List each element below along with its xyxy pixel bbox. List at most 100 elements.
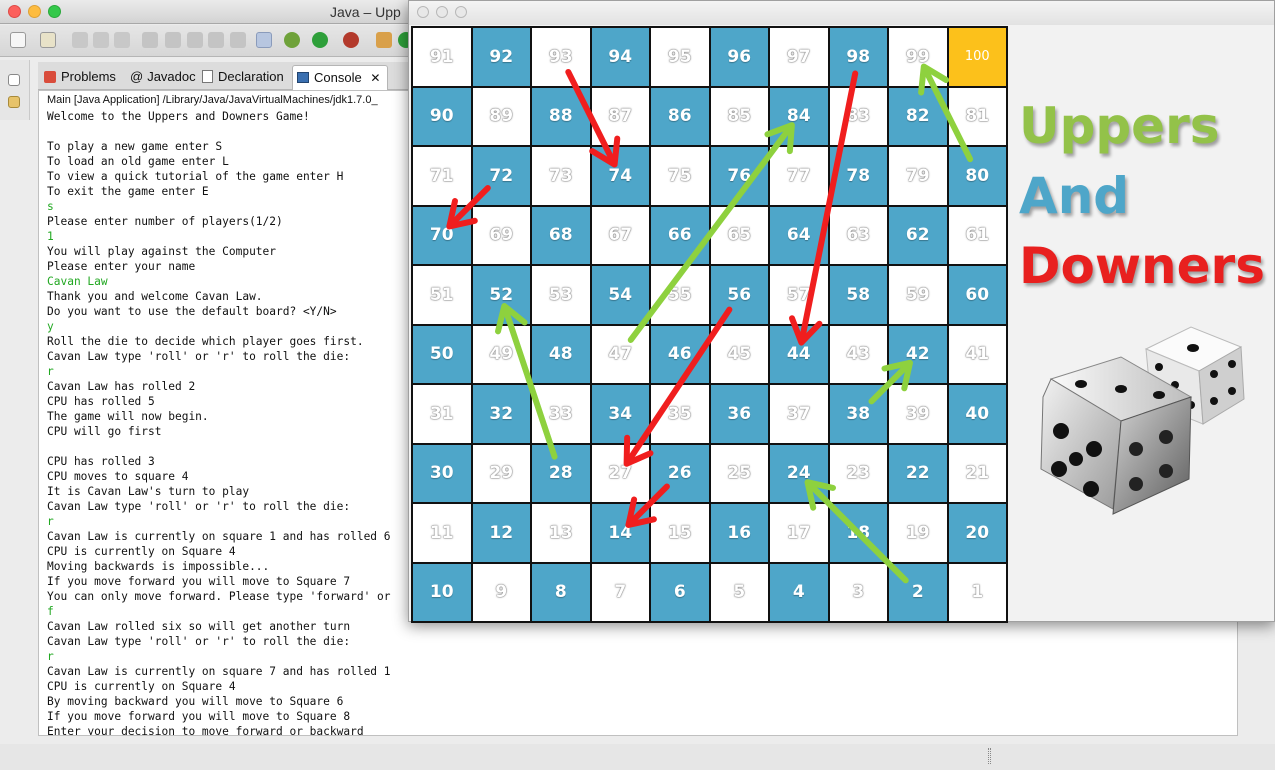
save-all-icon[interactable] <box>93 32 109 48</box>
board-square: 44 <box>770 325 828 383</box>
board-square: 89 <box>472 87 530 145</box>
console-line: Cavan Law type 'roll' or 'r' to roll the… <box>47 635 351 648</box>
board-square: 98 <box>829 28 887 86</box>
board-square: 51 <box>413 266 471 324</box>
board-square: 21 <box>948 444 1006 502</box>
board-square: 10 <box>413 563 471 621</box>
board-square: 9 <box>472 563 530 621</box>
board-square: 79 <box>889 147 947 205</box>
console-input-line: s <box>47 200 54 213</box>
console-line: Thank you and welcome Cavan Law. <box>47 290 263 303</box>
board-square: 30 <box>413 444 471 502</box>
new-java-project-icon[interactable] <box>376 32 392 48</box>
console-line: By moving backward you will move to Squa… <box>47 695 344 708</box>
console-line: CPU is currently on Square 4 <box>47 545 236 558</box>
tab-javadoc[interactable]: @ Javadoc <box>126 65 198 90</box>
console-input-line: r <box>47 365 54 378</box>
console-input-line: r <box>47 515 54 528</box>
board-square: 81 <box>948 87 1006 145</box>
board-square: 2 <box>889 563 947 621</box>
tab-problems[interactable]: Problems <box>40 65 124 90</box>
view-tabs: Problems @ Javadoc Declaration Console ✕ <box>38 62 418 90</box>
board-square: 46 <box>651 325 709 383</box>
new-package-icon[interactable] <box>40 32 56 48</box>
game-window-title-bar <box>409 1 1274 25</box>
console-line: If you move forward you will move to Squ… <box>47 710 351 723</box>
board-square: 88 <box>532 87 590 145</box>
run-external-tools-icon[interactable] <box>343 32 359 48</box>
board-square: 11 <box>413 504 471 562</box>
print-icon[interactable] <box>114 32 130 48</box>
dice-illustration <box>1040 326 1245 515</box>
board-square: 82 <box>889 87 947 145</box>
run-icon[interactable] <box>312 32 328 48</box>
game-zoom-button[interactable] <box>455 6 467 18</box>
game-logo: Uppers And Downers <box>1019 91 1269 301</box>
board-square: 59 <box>889 266 947 324</box>
board-square: 75 <box>651 147 709 205</box>
board-square: 35 <box>651 385 709 443</box>
board-square: 87 <box>591 87 649 145</box>
minimize-window-button[interactable] <box>28 5 41 18</box>
board-square: 16 <box>710 504 768 562</box>
board-square: 97 <box>770 28 828 86</box>
console-toggle-icon[interactable] <box>230 32 246 48</box>
board-square: 25 <box>710 444 768 502</box>
new-icon[interactable] <box>10 32 26 48</box>
logo-and: And <box>1019 167 1130 225</box>
game-minimize-button[interactable] <box>436 6 448 18</box>
step-over-icon[interactable] <box>187 32 203 48</box>
debug-icon[interactable] <box>284 32 300 48</box>
board-square: 27 <box>591 444 649 502</box>
console-line: Cavan Law has rolled 2 <box>47 380 196 393</box>
board-square: 37 <box>770 385 828 443</box>
console-input-line: Cavan Law <box>47 275 108 288</box>
tab-console[interactable]: Console ✕ <box>292 65 388 90</box>
board-square: 4 <box>770 563 828 621</box>
close-tab-icon[interactable]: ✕ <box>370 71 380 85</box>
console-line: Cavan Law rolled six so will get another… <box>47 620 351 633</box>
board-square: 8 <box>532 563 590 621</box>
board-square: 100 <box>948 28 1006 86</box>
board-square: 1 <box>948 563 1006 621</box>
tab-declaration[interactable]: Declaration <box>198 65 294 90</box>
board-square: 31 <box>413 385 471 443</box>
console-line: Cavan Law type 'roll' or 'r' to roll the… <box>47 500 351 513</box>
restore-view-icon[interactable] <box>8 74 20 86</box>
game-close-button[interactable] <box>417 6 429 18</box>
console-line: Welcome to the Uppers and Downers Game! <box>47 110 310 123</box>
board-square: 60 <box>948 266 1006 324</box>
toggle-breakpoint-icon[interactable] <box>142 32 158 48</box>
board-square: 56 <box>710 266 768 324</box>
debug-step-icon[interactable] <box>165 32 181 48</box>
console-input-line: r <box>47 650 54 663</box>
board-square: 7 <box>591 563 649 621</box>
tab-label: Console <box>314 70 362 85</box>
terminate-icon[interactable] <box>208 32 224 48</box>
logo-downers: Downers <box>1019 237 1265 295</box>
close-window-button[interactable] <box>8 5 21 18</box>
board-square: 69 <box>472 206 530 264</box>
board-square: 40 <box>948 385 1006 443</box>
zoom-window-button[interactable] <box>48 5 61 18</box>
skip-breakpoints-icon[interactable] <box>256 32 272 48</box>
board-square: 53 <box>532 266 590 324</box>
board-square: 64 <box>770 206 828 264</box>
console-line: CPU has rolled 5 <box>47 395 155 408</box>
save-icon[interactable] <box>72 32 88 48</box>
board-square: 67 <box>591 206 649 264</box>
console-line: To play a new game enter S <box>47 140 223 153</box>
board-square: 58 <box>829 266 887 324</box>
console-line: CPU will go first <box>47 425 162 438</box>
board-square: 48 <box>532 325 590 383</box>
console-line: You can only move forward. Please type '… <box>47 590 391 603</box>
console-input-line: 1 <box>47 230 54 243</box>
declaration-icon <box>202 70 213 83</box>
board-square: 57 <box>770 266 828 324</box>
board-square: 41 <box>948 325 1006 383</box>
game-board: 91 92 93 94 95 96 97 98 99 100 90 89 88 87 86 85 84 83 82 8… <box>411 26 1008 623</box>
hierarchy-view-icon[interactable] <box>8 96 20 108</box>
console-line: Roll the die to decide which player goes… <box>47 335 364 348</box>
console-line: Moving backwards is impossible... <box>47 560 270 573</box>
